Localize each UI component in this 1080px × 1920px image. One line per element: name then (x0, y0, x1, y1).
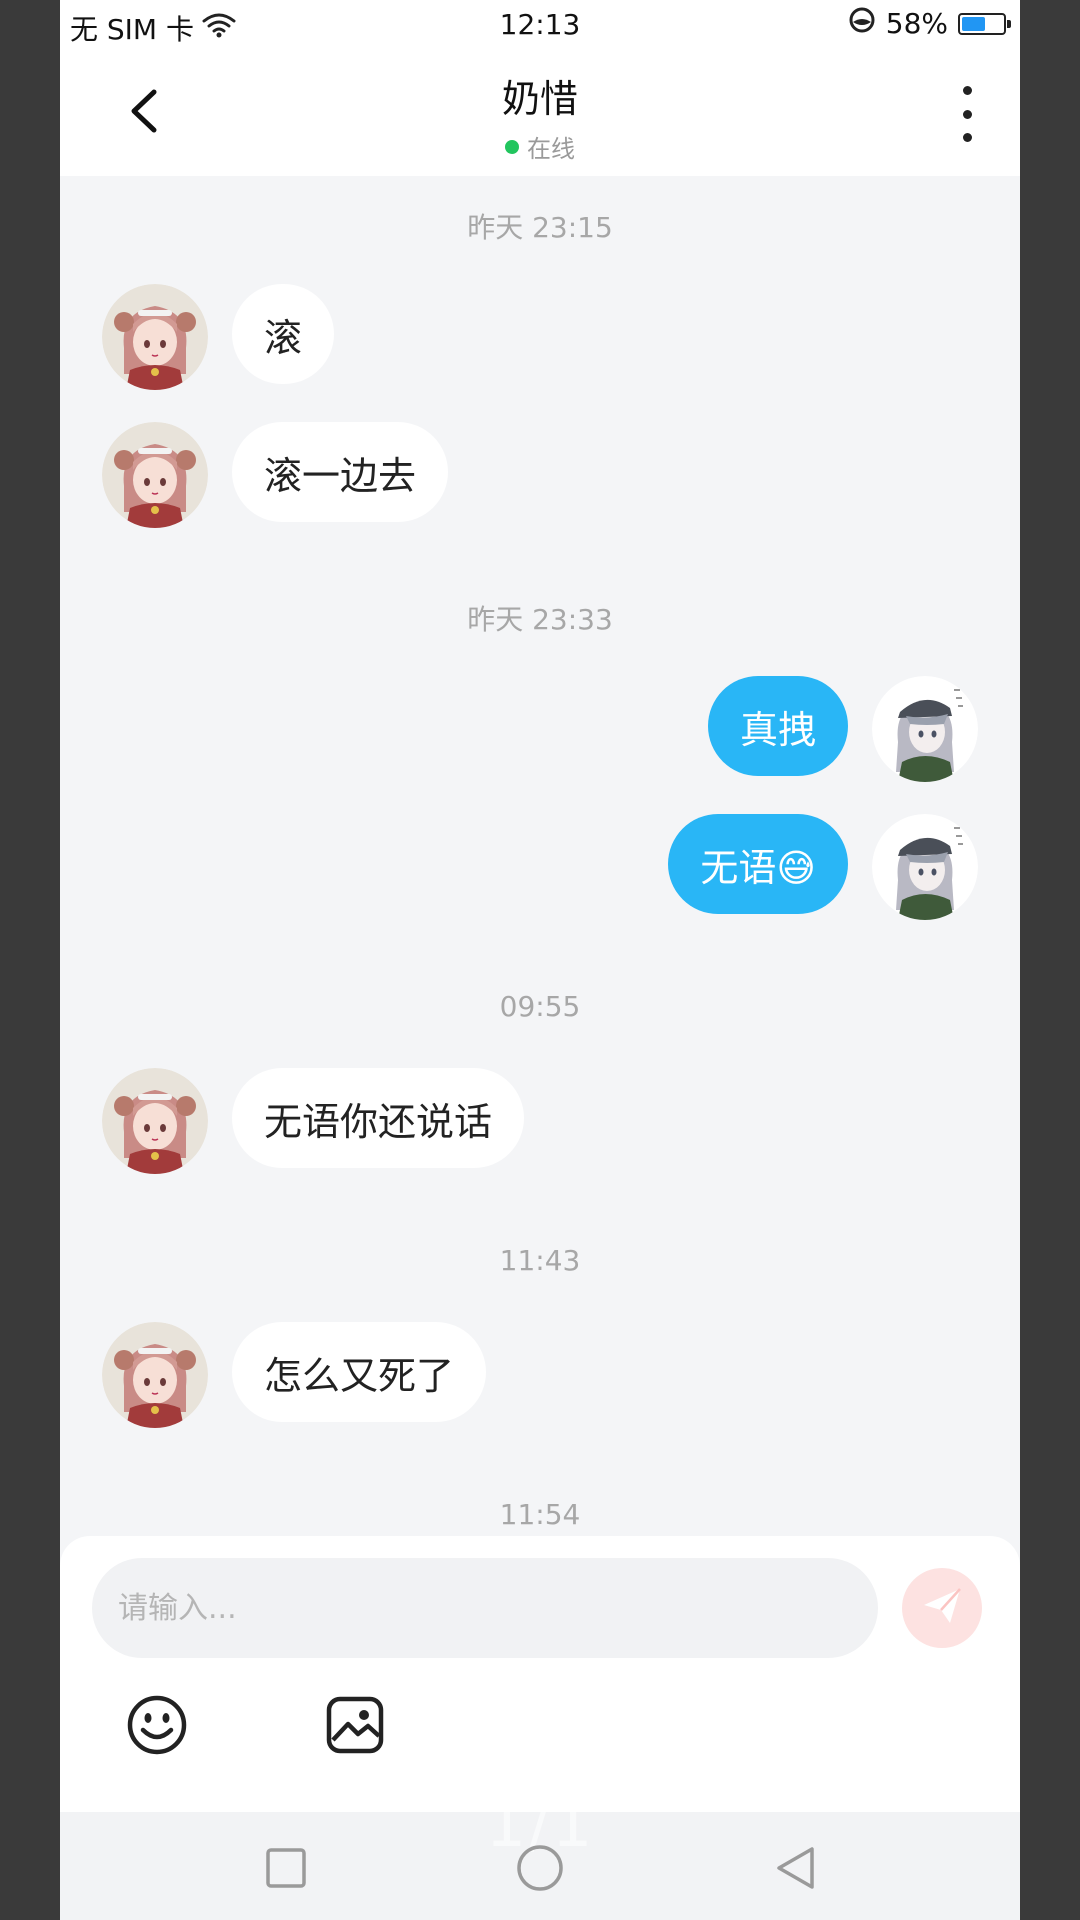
message-row-outgoing: 无语😅 (60, 814, 1020, 922)
recent-apps-icon[interactable] (262, 1844, 310, 1892)
battery-level-fill (962, 16, 985, 31)
chat-header: 奶惜 在线 (60, 50, 1020, 176)
system-nav-bar: 1/1 (60, 1788, 1020, 1920)
my-avatar[interactable] (872, 676, 978, 782)
back-icon[interactable] (772, 1844, 820, 1892)
message-bubble[interactable]: 无语你还说话 (232, 1068, 525, 1168)
battery-percent: 58% (885, 7, 948, 40)
online-status-label: 在线 (527, 135, 575, 163)
more-vertical-icon[interactable] (952, 86, 982, 142)
online-status: 在线 (60, 129, 1020, 164)
contact-avatar[interactable] (102, 1068, 208, 1174)
contact-info: 奶惜 在线 (60, 68, 1020, 164)
phone-screen: 无 SIM 卡 12:13 58% 奶惜 在线 昨天 23:15 滚 滚一边去 … (60, 0, 1020, 1920)
battery-icon (958, 12, 1011, 35)
sync-icon (848, 6, 876, 41)
emoji-icon (126, 1694, 188, 1760)
contact-avatar[interactable] (102, 1322, 208, 1428)
status-right: 58% (848, 6, 1011, 41)
my-avatar[interactable] (872, 814, 978, 920)
home-icon[interactable] (516, 1844, 564, 1892)
emoji-button[interactable] (122, 1692, 192, 1762)
message-list[interactable]: 昨天 23:15 滚 滚一边去 昨天 23:33 真拽 无语😅 09:55 无语… (60, 176, 1020, 1536)
message-bubble[interactable]: 滚一边去 (232, 422, 449, 522)
message-row-incoming: 滚 (60, 284, 1020, 392)
left-margin (0, 0, 60, 1920)
message-row-incoming: 无语你还说话 (60, 1068, 1020, 1176)
message-row-incoming: 怎么又死了 (60, 1322, 1020, 1430)
online-dot-icon (505, 139, 519, 154)
status-bar: 无 SIM 卡 12:13 58% (60, 0, 1020, 50)
message-row-outgoing: 真拽 (60, 676, 1020, 784)
contact-avatar[interactable] (102, 422, 208, 528)
send-icon (920, 1584, 964, 1632)
right-margin (1020, 0, 1080, 1920)
image-button[interactable] (320, 1692, 390, 1762)
timestamp: 昨天 23:33 (467, 603, 613, 636)
image-icon (324, 1694, 386, 1760)
message-row-incoming: 滚一边去 (60, 422, 1020, 530)
timestamp: 昨天 23:15 (467, 211, 613, 244)
contact-avatar[interactable] (102, 284, 208, 390)
composer (60, 1536, 1020, 1812)
message-bubble[interactable]: 滚 (232, 284, 335, 384)
message-bubble[interactable]: 无语😅 (668, 814, 848, 914)
message-bubble[interactable]: 怎么又死了 (232, 1322, 487, 1422)
timestamp: 11:54 (499, 1498, 581, 1531)
timestamp: 09:55 (499, 990, 581, 1023)
timestamp: 11:43 (499, 1244, 581, 1277)
contact-name: 奶惜 (501, 77, 578, 121)
send-button[interactable] (902, 1568, 982, 1648)
message-bubble[interactable]: 真拽 (707, 676, 848, 776)
message-input[interactable] (92, 1558, 878, 1658)
